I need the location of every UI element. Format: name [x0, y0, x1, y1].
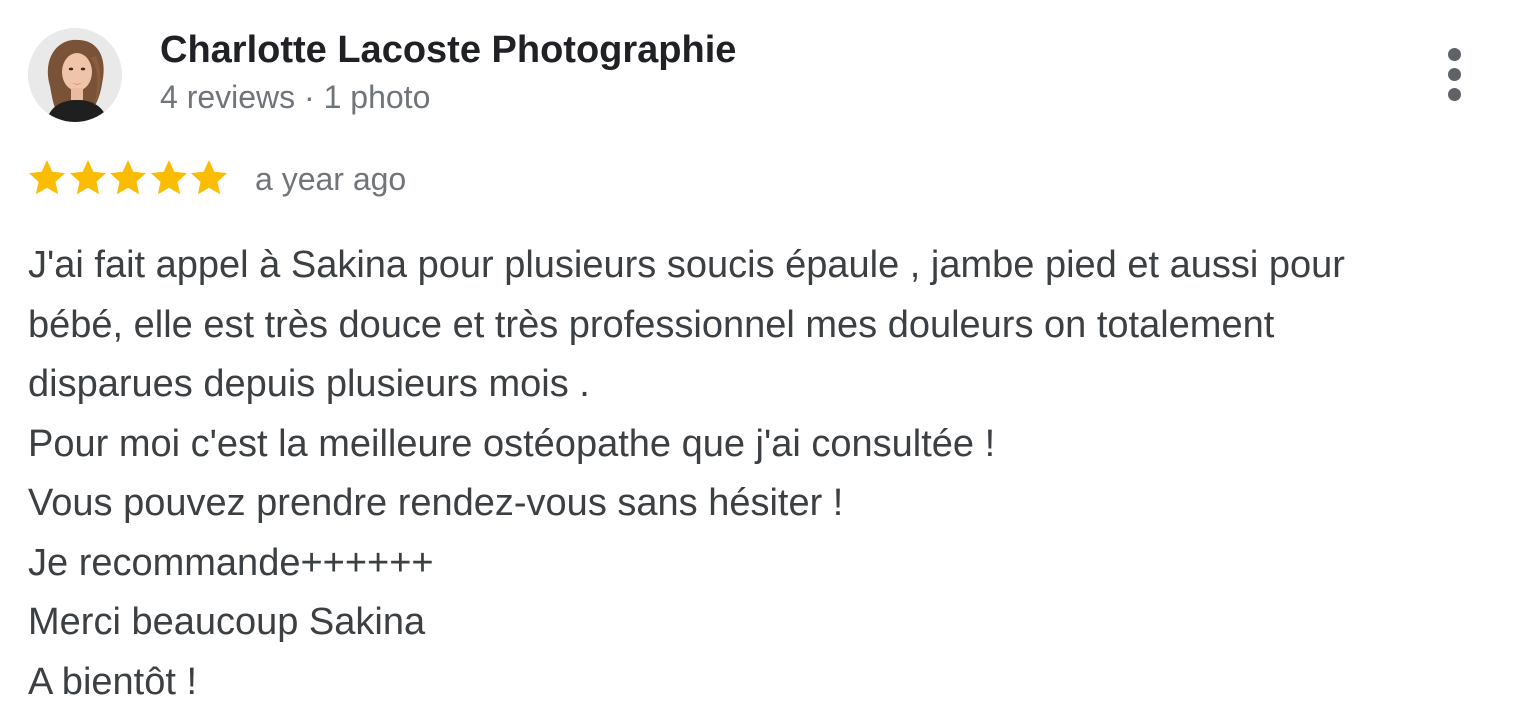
star-icon [191, 160, 227, 195]
star-icon [69, 160, 106, 195]
review-text-line: Je recommande++++++ [28, 541, 434, 584]
star-icon [29, 160, 65, 195]
review-text-line: Vous pouvez prendre rendez-vous sans hés… [28, 482, 844, 524]
review-card: Charlotte Lacoste Photographie 4 reviews… [0, 0, 1513, 724]
review-text-line: A bientôt ! [28, 660, 198, 703]
reviewer-avatar[interactable] [28, 28, 122, 122]
review-text: J'ai fait appel à Sakina pour plusieurs … [28, 236, 1498, 712]
reviewer-stats: 4 reviews · 1 photo [160, 79, 431, 115]
review-date: a year ago [255, 161, 407, 197]
avatar-photo-icon [28, 28, 122, 122]
star-icon [150, 160, 187, 195]
review-text-line: Merci beaucoup Sakina [28, 601, 426, 643]
star-icon [110, 160, 146, 195]
review-text-line: J'ai fait appel à Sakina pour plusieurs … [28, 244, 1345, 286]
more-options-button[interactable] [1430, 42, 1480, 108]
review-text-line: Pour moi c'est la meilleure ostéopathe q… [28, 422, 996, 465]
review-text-line: bébé, elle est très douce et très profes… [28, 303, 1275, 346]
review-text-line: disparues depuis plusieurs mois . [28, 363, 590, 405]
reviewer-name[interactable]: Charlotte Lacoste Photographie [160, 28, 736, 72]
